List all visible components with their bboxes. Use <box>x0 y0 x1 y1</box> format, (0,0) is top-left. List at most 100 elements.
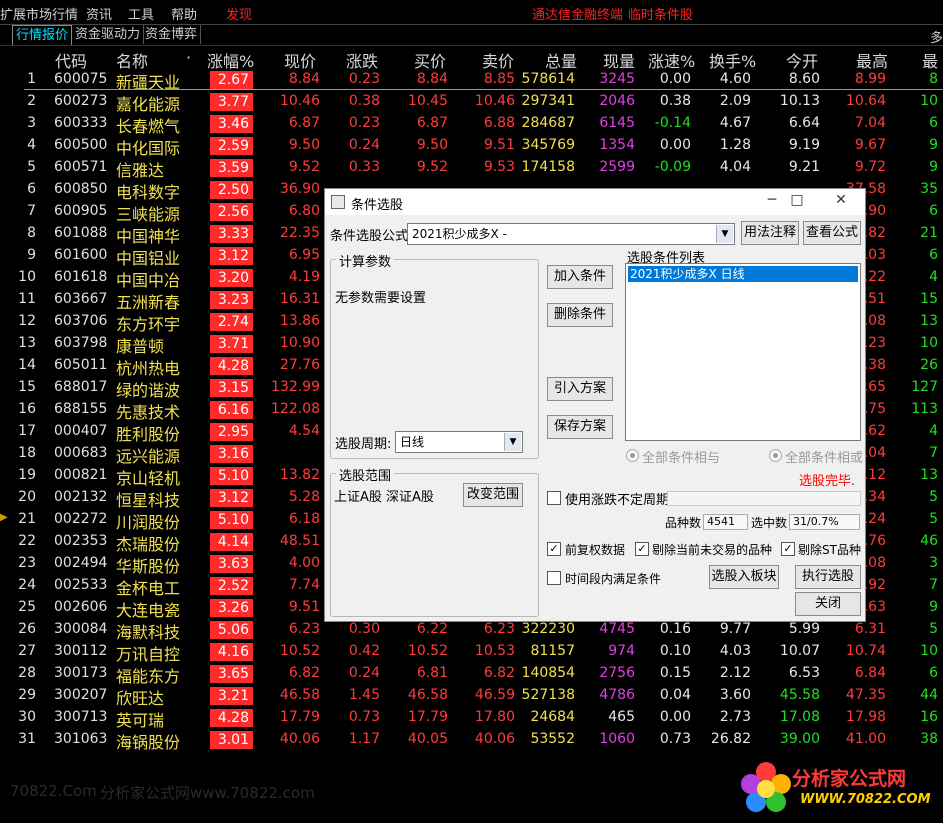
selection-line <box>24 89 943 90</box>
table-row[interactable]: 26 300084 海默科技 5.06 6.23 0.30 6.22 6.23 322230 47… <box>0 619 943 642</box>
range-label: 选股范围 <box>336 465 395 484</box>
table-row[interactable]: 5 600571 信雅达 3.59 9.52 0.33 9.52 9.53 174158 2599… <box>0 157 943 180</box>
table-row[interactable]: 31 301063 海锅股份 3.01 40.06 1.17 40.05 40.06 53552… <box>0 729 943 752</box>
row-price: 5.28 <box>288 489 320 505</box>
row-change: 0.38 <box>348 93 380 109</box>
row-open: 8.60 <box>788 71 820 87</box>
row-speed: 0.00 <box>659 137 691 153</box>
menu-help[interactable]: 帮助 <box>171 4 197 23</box>
row-volume: 81157 <box>530 643 575 659</box>
menu-tools[interactable]: 工具 <box>128 4 154 23</box>
row-pct: 2.52 <box>210 577 253 595</box>
row-ask: 9.51 <box>483 137 515 153</box>
row-speed: 0.10 <box>659 643 691 659</box>
dialog-app-icon <box>331 195 345 209</box>
formula-select[interactable]: 2021积少成多X - ▼ <box>407 223 735 245</box>
row-bid: 17.79 <box>407 709 448 725</box>
row-price: 40.06 <box>279 731 320 747</box>
row-index: 17 <box>18 423 36 439</box>
st-checkbox[interactable]: ✓ <box>781 542 795 556</box>
table-row[interactable]: 1 600075 新疆天业 2.67 8.84 0.23 8.84 8.85 578614 324… <box>0 69 943 92</box>
table-row[interactable]: 3 600333 长春燃气 3.46 6.87 0.23 6.87 6.88 284687 614… <box>0 113 943 136</box>
table-row[interactable]: 4 600500 中化国际 2.59 9.50 0.24 9.50 9.51 345769 135… <box>0 135 943 158</box>
row-pct: 3.33 <box>210 225 253 243</box>
calc-params-label: 计算参数 <box>336 251 395 270</box>
watermark-domain: 70822.Com <box>10 782 97 800</box>
radio-and[interactable] <box>626 449 639 462</box>
row-bid: 6.81 <box>416 665 448 681</box>
row-index: 5 <box>27 159 36 175</box>
row-ask: 10.53 <box>474 643 515 659</box>
row-price: 22.35 <box>279 225 320 241</box>
table-row[interactable]: 28 300173 福能东方 3.65 6.82 0.24 6.81 6.82 140854 27… <box>0 663 943 686</box>
row-name: 先惠技术 <box>116 403 181 422</box>
row-ask: 6.82 <box>483 665 515 681</box>
row-code: 002533 <box>54 577 108 593</box>
period-select[interactable]: 日线 ▼ <box>395 431 523 453</box>
row-index: 25 <box>18 599 36 615</box>
menu-discover[interactable]: 发现 <box>226 4 252 23</box>
row-bid: 9.50 <box>416 137 448 153</box>
menu-news[interactable]: 资讯 <box>86 4 112 23</box>
radio-or[interactable] <box>769 449 782 462</box>
row-last: 13 <box>920 467 938 483</box>
row-current-vol: 4786 <box>599 687 635 703</box>
radio-or-label: 全部条件相或 <box>785 451 864 466</box>
row-volume: 578614 <box>521 71 575 87</box>
radio-and-label: 全部条件相与 <box>642 451 721 466</box>
close-button[interactable]: 关闭 <box>795 592 861 616</box>
row-code: 601600 <box>54 247 108 263</box>
row-price: 4.19 <box>288 269 320 285</box>
tab-fund-game[interactable]: 资金博弈 <box>142 25 202 44</box>
top-right-tab[interactable]: 多 <box>930 27 943 46</box>
row-change: 0.24 <box>348 665 380 681</box>
usage-notes-button[interactable]: 用法注释 <box>741 221 799 245</box>
import-plan-button[interactable]: 引入方案 <box>547 377 613 401</box>
tab-fund-drive[interactable]: 资金驱动力 <box>72 25 145 44</box>
notrade-checkbox[interactable]: ✓ <box>635 542 649 556</box>
to-block-button[interactable]: 选股入板块 <box>709 565 779 589</box>
rights-checkbox[interactable]: ✓ <box>547 542 561 556</box>
add-condition-button[interactable]: 加入条件 <box>547 265 613 289</box>
row-turnover: 4.67 <box>719 115 751 131</box>
run-select-button[interactable]: 执行选股 <box>795 565 861 589</box>
row-pct: 2.56 <box>210 203 253 221</box>
row-name: 海默科技 <box>116 623 181 642</box>
save-plan-button[interactable]: 保存方案 <box>547 415 613 439</box>
timerange-checkbox[interactable] <box>547 571 561 585</box>
use-period-label: 使用涨跌不定周期 <box>565 493 670 508</box>
table-row[interactable]: 30 300713 英可瑞 4.28 17.79 0.73 17.79 17.80 24684 4… <box>0 707 943 730</box>
table-row[interactable]: 2 600273 嘉化能源 3.77 10.46 0.38 10.45 10.46 297341… <box>0 91 943 114</box>
row-bid: 6.87 <box>416 115 448 131</box>
tab-quotes[interactable]: 行情报价 <box>12 25 73 45</box>
row-high: 9.72 <box>854 159 886 175</box>
table-row[interactable]: 29 300207 欣旺达 3.21 46.58 1.45 46.58 46.59 527138… <box>0 685 943 708</box>
maximize-icon[interactable]: □ <box>787 192 807 210</box>
row-bid: 9.52 <box>416 159 448 175</box>
minimize-icon[interactable]: ─ <box>762 192 782 210</box>
row-index: 20 <box>18 489 36 505</box>
row-last: 6 <box>929 247 938 263</box>
condition-list[interactable]: 2021积少成多X 日线 <box>625 263 861 441</box>
chevron-down-icon: ▼ <box>504 433 521 451</box>
use-period-checkbox[interactable] <box>547 491 561 505</box>
selected-value: 31/0.7% <box>789 514 860 530</box>
row-last: 10 <box>920 643 938 659</box>
delete-condition-button[interactable]: 删除条件 <box>547 303 613 327</box>
menu-extended-market[interactable]: 扩展市场行情 <box>0 4 78 23</box>
row-high: 41.00 <box>845 731 886 747</box>
close-icon[interactable]: ✕ <box>831 192 851 210</box>
row-name: 中化国际 <box>116 139 181 158</box>
table-row[interactable]: 27 300112 万讯自控 4.16 10.52 0.42 10.52 10.53 81157… <box>0 641 943 664</box>
row-name: 杰瑞股份 <box>116 535 181 554</box>
row-code: 600905 <box>54 203 108 219</box>
row-price: 122.08 <box>271 401 320 417</box>
row-change: 0.23 <box>348 71 380 87</box>
row-name: 万讯自控 <box>116 645 181 664</box>
row-price: 17.79 <box>279 709 320 725</box>
change-range-button[interactable]: 改变范围 <box>463 483 523 507</box>
row-last: 4 <box>929 269 938 285</box>
row-index: 14 <box>18 357 36 373</box>
condition-list-item[interactable]: 2021积少成多X 日线 <box>628 266 858 282</box>
view-formula-button[interactable]: 查看公式 <box>803 221 861 245</box>
